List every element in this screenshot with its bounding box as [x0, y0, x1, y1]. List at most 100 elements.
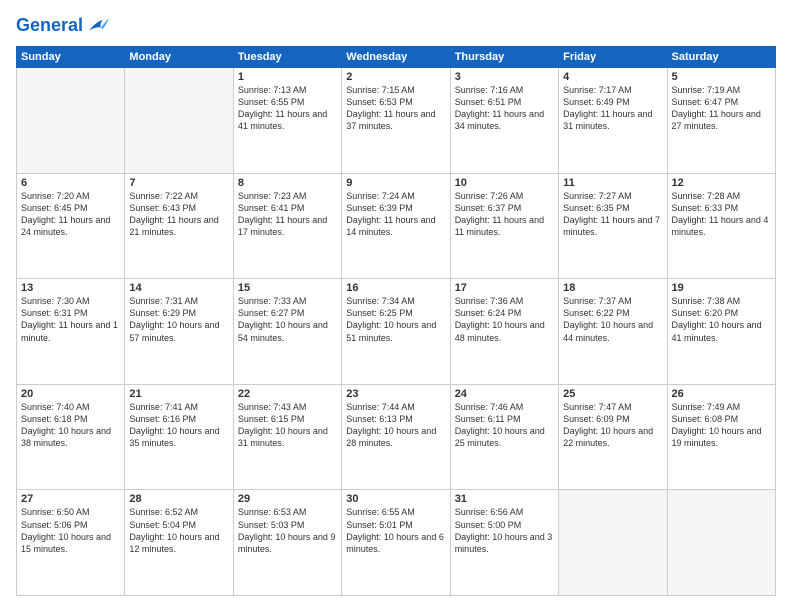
day-number: 22	[238, 388, 337, 400]
week-row-5: 27Sunrise: 6:50 AM Sunset: 5:06 PM Dayli…	[17, 490, 776, 596]
calendar-cell: 13Sunrise: 7:30 AM Sunset: 6:31 PM Dayli…	[17, 279, 125, 385]
day-info: Sunrise: 7:27 AM Sunset: 6:35 PM Dayligh…	[563, 190, 662, 239]
week-row-3: 13Sunrise: 7:30 AM Sunset: 6:31 PM Dayli…	[17, 279, 776, 385]
day-info: Sunrise: 7:41 AM Sunset: 6:16 PM Dayligh…	[129, 401, 228, 450]
page: General SundayMondayTuesdayWednesdayThur…	[0, 0, 792, 612]
calendar-cell: 29Sunrise: 6:53 AM Sunset: 5:03 PM Dayli…	[233, 490, 341, 596]
day-info: Sunrise: 7:15 AM Sunset: 6:53 PM Dayligh…	[346, 84, 445, 133]
weekday-header-monday: Monday	[125, 47, 233, 68]
weekday-header-row: SundayMondayTuesdayWednesdayThursdayFrid…	[17, 47, 776, 68]
day-number: 8	[238, 177, 337, 189]
day-info: Sunrise: 7:20 AM Sunset: 6:45 PM Dayligh…	[21, 190, 120, 239]
day-info: Sunrise: 7:24 AM Sunset: 6:39 PM Dayligh…	[346, 190, 445, 239]
calendar-cell: 21Sunrise: 7:41 AM Sunset: 6:16 PM Dayli…	[125, 384, 233, 490]
day-number: 2	[346, 71, 445, 83]
day-number: 13	[21, 282, 120, 294]
day-number: 14	[129, 282, 228, 294]
calendar-cell: 15Sunrise: 7:33 AM Sunset: 6:27 PM Dayli…	[233, 279, 341, 385]
day-number: 1	[238, 71, 337, 83]
day-number: 17	[455, 282, 554, 294]
calendar-cell: 22Sunrise: 7:43 AM Sunset: 6:15 PM Dayli…	[233, 384, 341, 490]
day-info: Sunrise: 6:52 AM Sunset: 5:04 PM Dayligh…	[129, 506, 228, 555]
weekday-header-saturday: Saturday	[667, 47, 775, 68]
calendar-cell: 16Sunrise: 7:34 AM Sunset: 6:25 PM Dayli…	[342, 279, 450, 385]
calendar-cell: 19Sunrise: 7:38 AM Sunset: 6:20 PM Dayli…	[667, 279, 775, 385]
day-info: Sunrise: 7:43 AM Sunset: 6:15 PM Dayligh…	[238, 401, 337, 450]
header: General	[16, 16, 776, 36]
day-info: Sunrise: 7:36 AM Sunset: 6:24 PM Dayligh…	[455, 295, 554, 344]
calendar-cell: 20Sunrise: 7:40 AM Sunset: 6:18 PM Dayli…	[17, 384, 125, 490]
calendar-cell	[125, 68, 233, 174]
day-number: 6	[21, 177, 120, 189]
day-info: Sunrise: 7:34 AM Sunset: 6:25 PM Dayligh…	[346, 295, 445, 344]
calendar-cell: 14Sunrise: 7:31 AM Sunset: 6:29 PM Dayli…	[125, 279, 233, 385]
day-info: Sunrise: 7:44 AM Sunset: 6:13 PM Dayligh…	[346, 401, 445, 450]
calendar-cell: 6Sunrise: 7:20 AM Sunset: 6:45 PM Daylig…	[17, 173, 125, 279]
logo: General	[16, 16, 109, 36]
day-number: 9	[346, 177, 445, 189]
day-number: 5	[672, 71, 771, 83]
day-info: Sunrise: 7:40 AM Sunset: 6:18 PM Dayligh…	[21, 401, 120, 450]
week-row-1: 1Sunrise: 7:13 AM Sunset: 6:55 PM Daylig…	[17, 68, 776, 174]
day-number: 31	[455, 493, 554, 505]
calendar-cell: 30Sunrise: 6:55 AM Sunset: 5:01 PM Dayli…	[342, 490, 450, 596]
day-info: Sunrise: 7:47 AM Sunset: 6:09 PM Dayligh…	[563, 401, 662, 450]
calendar-cell	[559, 490, 667, 596]
calendar-cell: 25Sunrise: 7:47 AM Sunset: 6:09 PM Dayli…	[559, 384, 667, 490]
calendar-cell: 11Sunrise: 7:27 AM Sunset: 6:35 PM Dayli…	[559, 173, 667, 279]
week-row-4: 20Sunrise: 7:40 AM Sunset: 6:18 PM Dayli…	[17, 384, 776, 490]
weekday-header-tuesday: Tuesday	[233, 47, 341, 68]
day-info: Sunrise: 7:26 AM Sunset: 6:37 PM Dayligh…	[455, 190, 554, 239]
week-row-2: 6Sunrise: 7:20 AM Sunset: 6:45 PM Daylig…	[17, 173, 776, 279]
day-info: Sunrise: 7:17 AM Sunset: 6:49 PM Dayligh…	[563, 84, 662, 133]
day-number: 16	[346, 282, 445, 294]
calendar-cell: 26Sunrise: 7:49 AM Sunset: 6:08 PM Dayli…	[667, 384, 775, 490]
day-info: Sunrise: 7:33 AM Sunset: 6:27 PM Dayligh…	[238, 295, 337, 344]
day-number: 26	[672, 388, 771, 400]
day-info: Sunrise: 7:46 AM Sunset: 6:11 PM Dayligh…	[455, 401, 554, 450]
day-info: Sunrise: 7:49 AM Sunset: 6:08 PM Dayligh…	[672, 401, 771, 450]
day-number: 29	[238, 493, 337, 505]
day-number: 18	[563, 282, 662, 294]
day-number: 12	[672, 177, 771, 189]
day-number: 30	[346, 493, 445, 505]
calendar-cell: 7Sunrise: 7:22 AM Sunset: 6:43 PM Daylig…	[125, 173, 233, 279]
calendar-cell	[667, 490, 775, 596]
day-info: Sunrise: 7:13 AM Sunset: 6:55 PM Dayligh…	[238, 84, 337, 133]
calendar-cell: 4Sunrise: 7:17 AM Sunset: 6:49 PM Daylig…	[559, 68, 667, 174]
day-info: Sunrise: 7:16 AM Sunset: 6:51 PM Dayligh…	[455, 84, 554, 133]
calendar-table: SundayMondayTuesdayWednesdayThursdayFrid…	[16, 46, 776, 596]
day-info: Sunrise: 6:56 AM Sunset: 5:00 PM Dayligh…	[455, 506, 554, 555]
day-number: 7	[129, 177, 228, 189]
day-info: Sunrise: 7:31 AM Sunset: 6:29 PM Dayligh…	[129, 295, 228, 344]
weekday-header-thursday: Thursday	[450, 47, 558, 68]
calendar-cell: 18Sunrise: 7:37 AM Sunset: 6:22 PM Dayli…	[559, 279, 667, 385]
day-number: 24	[455, 388, 554, 400]
day-info: Sunrise: 7:22 AM Sunset: 6:43 PM Dayligh…	[129, 190, 228, 239]
calendar-cell: 5Sunrise: 7:19 AM Sunset: 6:47 PM Daylig…	[667, 68, 775, 174]
calendar-cell: 12Sunrise: 7:28 AM Sunset: 6:33 PM Dayli…	[667, 173, 775, 279]
calendar-cell: 31Sunrise: 6:56 AM Sunset: 5:00 PM Dayli…	[450, 490, 558, 596]
calendar-cell: 23Sunrise: 7:44 AM Sunset: 6:13 PM Dayli…	[342, 384, 450, 490]
calendar-cell: 2Sunrise: 7:15 AM Sunset: 6:53 PM Daylig…	[342, 68, 450, 174]
day-info: Sunrise: 6:50 AM Sunset: 5:06 PM Dayligh…	[21, 506, 120, 555]
day-number: 20	[21, 388, 120, 400]
day-info: Sunrise: 7:23 AM Sunset: 6:41 PM Dayligh…	[238, 190, 337, 239]
day-info: Sunrise: 7:19 AM Sunset: 6:47 PM Dayligh…	[672, 84, 771, 133]
calendar-cell	[17, 68, 125, 174]
day-number: 11	[563, 177, 662, 189]
calendar-cell: 9Sunrise: 7:24 AM Sunset: 6:39 PM Daylig…	[342, 173, 450, 279]
weekday-header-sunday: Sunday	[17, 47, 125, 68]
calendar-cell: 28Sunrise: 6:52 AM Sunset: 5:04 PM Dayli…	[125, 490, 233, 596]
calendar-cell: 1Sunrise: 7:13 AM Sunset: 6:55 PM Daylig…	[233, 68, 341, 174]
weekday-header-friday: Friday	[559, 47, 667, 68]
logo-text: General	[16, 16, 83, 36]
calendar-cell: 3Sunrise: 7:16 AM Sunset: 6:51 PM Daylig…	[450, 68, 558, 174]
day-number: 3	[455, 71, 554, 83]
weekday-header-wednesday: Wednesday	[342, 47, 450, 68]
day-info: Sunrise: 7:30 AM Sunset: 6:31 PM Dayligh…	[21, 295, 120, 344]
day-info: Sunrise: 6:55 AM Sunset: 5:01 PM Dayligh…	[346, 506, 445, 555]
logo-bird-icon	[85, 16, 109, 36]
day-number: 15	[238, 282, 337, 294]
day-number: 21	[129, 388, 228, 400]
